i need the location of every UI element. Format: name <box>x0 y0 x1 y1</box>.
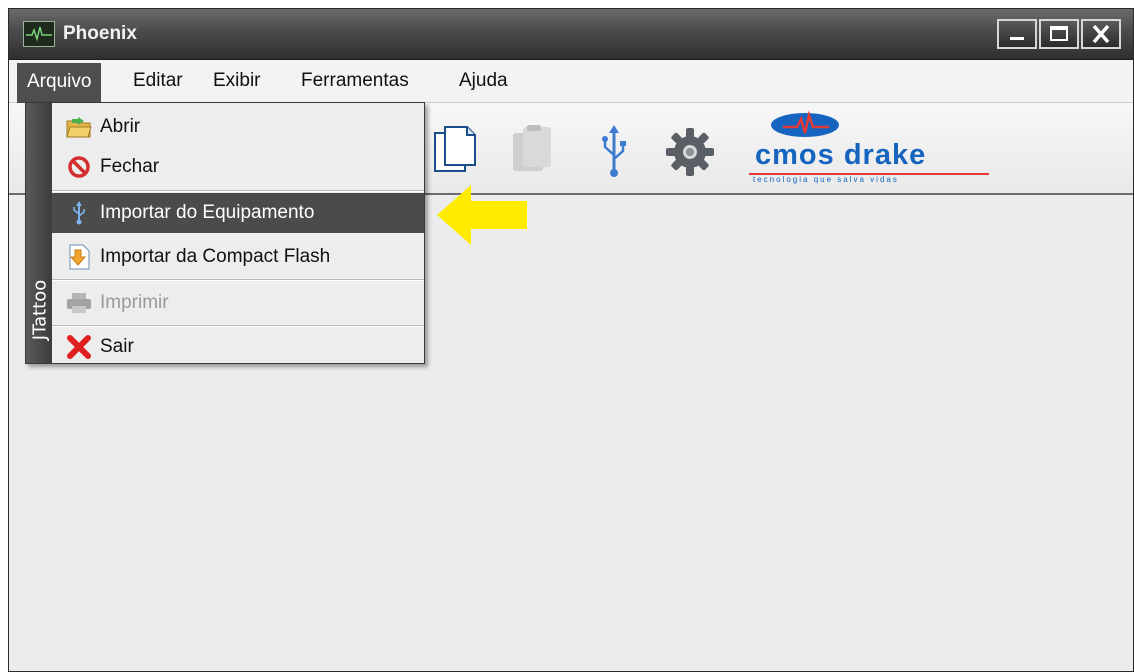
menu-item-label: Imprimir <box>100 292 169 313</box>
lookandfeel-strip: JTattoo <box>26 103 52 363</box>
menu-item-label: Abrir <box>100 116 141 137</box>
menu-separator <box>52 190 424 192</box>
printer-icon <box>66 290 92 316</box>
yellow-arrow-icon <box>437 185 527 245</box>
menu-arquivo[interactable]: Arquivo <box>17 63 102 103</box>
window-controls <box>997 19 1121 49</box>
close-button[interactable] <box>1081 19 1121 49</box>
menu-item-label: Importar do Equipamento <box>100 202 315 223</box>
no-entry-icon <box>66 154 92 180</box>
window-title: Phoenix <box>63 23 137 44</box>
usb-icon[interactable] <box>599 125 629 179</box>
import-document-icon <box>66 244 92 270</box>
maximize-button[interactable] <box>1039 19 1079 49</box>
minimize-button[interactable] <box>997 19 1037 49</box>
menu-exibir[interactable]: Exibir <box>209 68 265 94</box>
close-icon <box>1092 24 1110 44</box>
menu-item-label: Importar da Compact Flash <box>100 246 331 267</box>
menu-separator <box>52 279 424 281</box>
menu-item-importar-equipamento[interactable]: Importar do Equipamento <box>52 193 424 233</box>
paste-icon[interactable] <box>507 125 559 179</box>
menu-item-abrir[interactable]: Abrir <box>52 107 424 147</box>
menu-editar[interactable]: Editar <box>129 68 187 94</box>
menu-ajuda[interactable]: Ajuda <box>455 68 512 94</box>
open-folder-icon <box>66 114 92 140</box>
menu-item-fechar[interactable]: Fechar <box>52 147 424 187</box>
logo-text: cmos drake <box>755 139 927 171</box>
menu-bar: Arquivo Editar Exibir Ferramentas Ajuda <box>9 60 1133 103</box>
menu-ferramentas[interactable]: Ferramentas <box>297 68 413 94</box>
menu-item-imprimir: Imprimir <box>52 283 424 323</box>
red-x-icon <box>66 334 92 360</box>
copy-icon[interactable] <box>429 125 481 179</box>
cmos-drake-logo: cmos drake tecnologia que salva vidas <box>749 103 999 194</box>
menu-item-sair[interactable]: Sair <box>52 327 424 367</box>
settings-gear-icon[interactable] <box>663 125 717 179</box>
menu-item-label: Sair <box>100 336 134 357</box>
arquivo-dropdown-menu: JTattoo Abrir Fechar Importar do Equipam… <box>25 102 425 364</box>
minimize-icon <box>1010 37 1024 40</box>
maximize-icon <box>1050 26 1068 41</box>
logo-tagline: tecnologia que salva vidas <box>753 175 899 184</box>
app-window: Phoenix Arquivo Editar Exibir Ferramenta… <box>8 8 1134 672</box>
menu-item-importar-compact-flash[interactable]: Importar da Compact Flash <box>52 237 424 277</box>
title-bar[interactable]: Phoenix <box>9 9 1133 60</box>
usb-icon <box>66 200 92 226</box>
app-logo-icon <box>23 21 55 47</box>
menu-item-label: Fechar <box>100 156 160 177</box>
strip-label: JTattoo <box>29 279 51 341</box>
